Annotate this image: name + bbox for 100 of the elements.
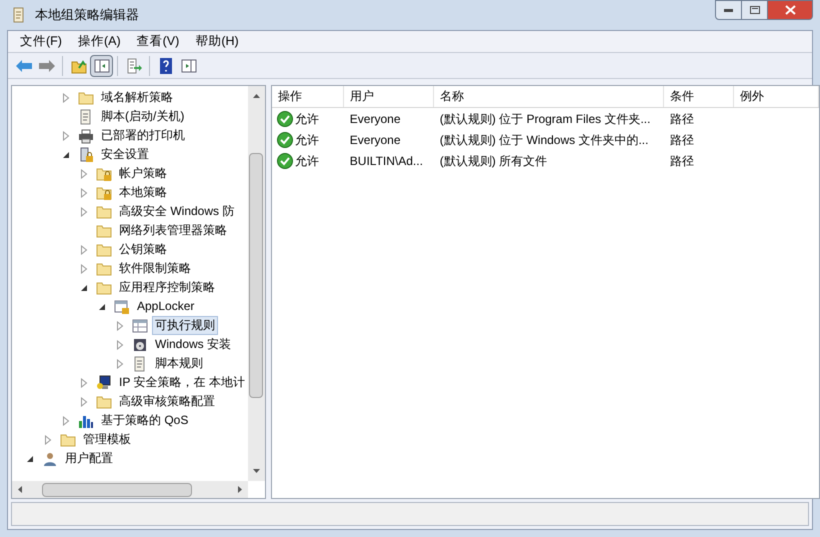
tree-item[interactable]: 管理模板 [80, 430, 134, 449]
down-arrow-icon[interactable] [252, 469, 260, 473]
column-header[interactable]: 操作 [272, 86, 344, 107]
tree-item[interactable]: 公钥策略 [116, 240, 170, 259]
table-cell: 路径 [670, 154, 694, 168]
tree-item[interactable]: 高级安全 Windows 防 [116, 202, 238, 221]
table-cell-text: 允许 [294, 132, 319, 148]
tree-item[interactable]: 域名解析策略 [98, 88, 176, 107]
monitor-key-icon [96, 374, 112, 390]
folder-icon [96, 260, 112, 276]
collapsed-arrow-icon[interactable] [44, 434, 52, 444]
tree-item[interactable]: 脚本(启动/关机) [98, 107, 188, 126]
help-icon [158, 58, 174, 74]
tree-item[interactable]: 安全设置 [98, 145, 152, 164]
table-cell: (默认规则) 位于 Program Files 文件夹... [440, 112, 650, 126]
collapsed-arrow-icon[interactable] [80, 378, 88, 388]
collapsed-arrow-icon[interactable] [62, 92, 70, 102]
check-circle-icon [276, 152, 293, 168]
collapsed-arrow-icon[interactable] [80, 188, 88, 198]
check-circle-icon [276, 110, 293, 126]
tree-item[interactable]: 本地策略 [116, 183, 170, 202]
expanded-arrow-icon[interactable] [98, 302, 106, 310]
tree-item[interactable]: 已部署的打印机 [98, 126, 188, 145]
table-cell-text: 允许 [294, 152, 319, 170]
folder-icon [96, 204, 112, 220]
right-arrow-icon[interactable] [238, 486, 242, 493]
collapsed-arrow-icon[interactable] [80, 396, 88, 406]
collapsed-arrow-icon[interactable] [80, 168, 88, 178]
collapsed-arrow-icon[interactable] [62, 416, 70, 426]
tree-item[interactable]: 基于策略的 QoS [98, 411, 192, 430]
vertical-scrollbar[interactable] [248, 86, 265, 481]
column-header[interactable]: 例外 [734, 86, 819, 107]
show-tree-button[interactable] [90, 54, 113, 76]
menu-item[interactable]: 文件(F) [12, 32, 70, 51]
folder-icon [78, 90, 94, 106]
close-icon [784, 5, 796, 15]
check-circle-icon [276, 132, 293, 148]
menu-item[interactable]: 查看(V) [128, 32, 188, 51]
scrollbar-thumb[interactable] [249, 153, 264, 398]
folder-icon [96, 242, 112, 258]
maximize-icon [750, 6, 760, 14]
table-cell: (默认规则) 所有文件 [440, 154, 548, 168]
column-header[interactable]: 用户 [344, 86, 434, 107]
tree-item[interactable]: 软件限制策略 [116, 259, 194, 278]
tree-item[interactable]: 用户配置 [62, 449, 116, 468]
menu-item[interactable]: 帮助(H) [187, 32, 247, 51]
folder-icon [60, 432, 76, 448]
tree-item[interactable]: 帐户策略 [116, 164, 170, 183]
table-cell: 路径 [670, 112, 694, 126]
collapsed-arrow-icon[interactable] [116, 320, 124, 330]
collapsed-arrow-icon[interactable] [116, 358, 124, 368]
tree-item[interactable]: 高级审核策略配置 [116, 392, 218, 411]
close-button[interactable] [768, 0, 813, 20]
table-cell-text: 允许 [294, 110, 319, 128]
column-header[interactable]: 名称 [434, 86, 664, 107]
printer-icon [78, 128, 94, 144]
menu-item[interactable]: 操作(A) [70, 32, 129, 51]
tree-item[interactable]: IP 安全策略，在 本地计 [116, 373, 248, 392]
minimize-button[interactable] [715, 0, 742, 20]
locked-folder-icon [96, 184, 112, 200]
collapsed-arrow-icon[interactable] [80, 264, 88, 274]
computer-lock-icon [78, 146, 94, 162]
folder-icon [96, 280, 112, 296]
user-icon [42, 450, 58, 466]
pane-icon [180, 58, 196, 74]
tree-item[interactable]: AppLocker [134, 297, 198, 316]
locked-folder-icon [96, 166, 112, 182]
collapsed-arrow-icon[interactable] [62, 130, 70, 140]
left-arrow-icon[interactable] [18, 486, 22, 493]
column-header[interactable]: 条件 [664, 86, 734, 107]
expanded-arrow-icon[interactable] [26, 454, 34, 462]
table-cell: Everyone [350, 132, 400, 146]
folder-icon [96, 394, 112, 410]
table-cell: (默认规则) 位于 Windows 文件夹中的... [440, 132, 648, 146]
tree-item[interactable]: 应用程序控制策略 [116, 278, 218, 297]
list-arrow-icon [126, 58, 142, 74]
expanded-arrow-icon[interactable] [62, 150, 70, 158]
pane-icon [94, 58, 110, 74]
horizontal-scrollbar[interactable] [12, 481, 248, 498]
tree-item[interactable]: 脚本规则 [152, 354, 206, 373]
right-arrow-icon [38, 60, 54, 72]
collapsed-arrow-icon[interactable] [80, 206, 88, 216]
tree-item[interactable]: 网络列表管理器策略 [116, 221, 230, 240]
window-lock-icon [114, 298, 130, 314]
tree-item[interactable]: 可执行规则 [152, 316, 218, 335]
minimize-icon [724, 8, 733, 12]
left-arrow-icon [16, 60, 32, 72]
window-icon [132, 318, 148, 334]
scrollbar-thumb[interactable] [42, 482, 192, 496]
installer-icon [132, 336, 148, 352]
table-cell: Everyone [350, 112, 400, 126]
folder-arrow-icon [70, 58, 86, 74]
window-title: 本地组策略编辑器 [35, 6, 139, 24]
collapsed-arrow-icon[interactable] [80, 244, 88, 254]
tree-item[interactable]: Windows 安装 [152, 335, 234, 354]
table-cell: 路径 [670, 132, 694, 146]
expanded-arrow-icon[interactable] [80, 284, 88, 292]
up-arrow-icon[interactable] [252, 94, 260, 98]
maximize-button[interactable] [742, 0, 768, 20]
collapsed-arrow-icon[interactable] [116, 340, 124, 350]
